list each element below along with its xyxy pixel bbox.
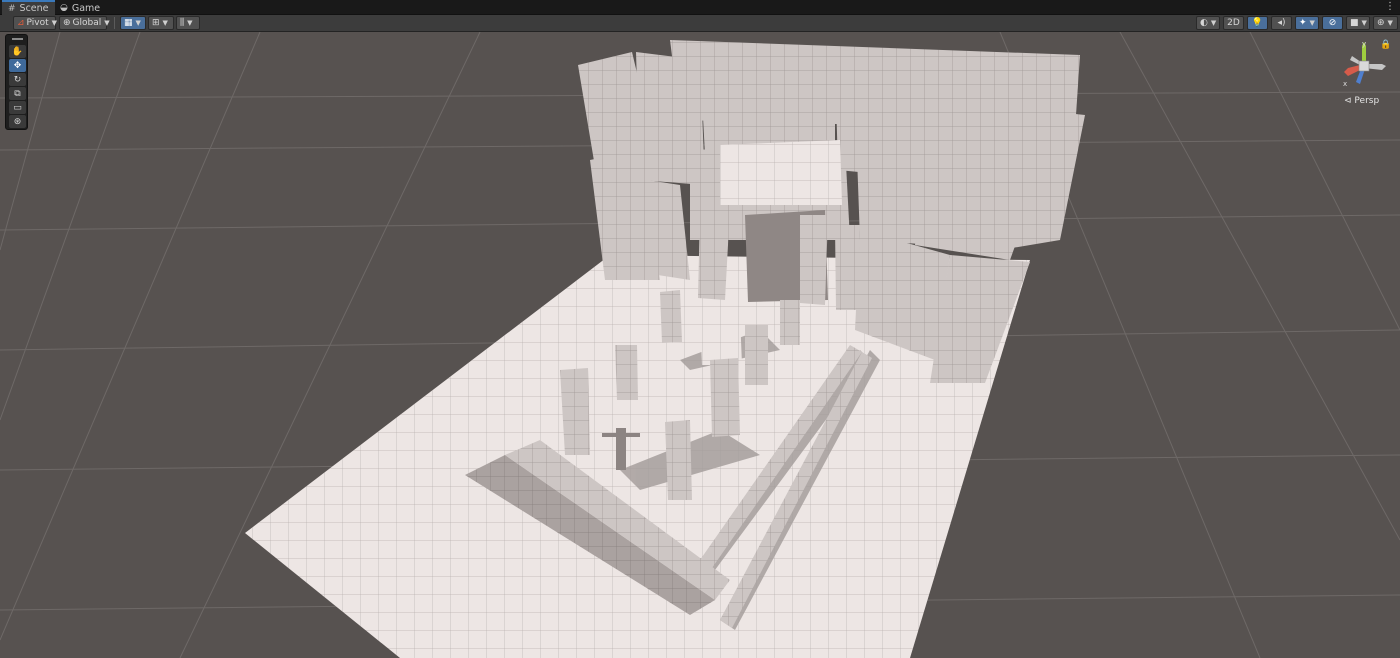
snap-increment-button[interactable]: ⊞ ▼ [148, 16, 174, 30]
tab-scene[interactable]: # Scene [2, 0, 55, 15]
tab-scene-label: Scene [19, 3, 49, 14]
lighting-toggle-button[interactable]: 💡 [1247, 16, 1268, 30]
gizmo-y-label: y [1362, 40, 1366, 48]
hand-icon: ✋ [11, 46, 24, 57]
scene-render [0, 32, 1400, 658]
tab-game-label: Game [71, 2, 101, 14]
pivot-icon: ⊿ [17, 18, 25, 28]
grid-snap-icon: ▦ [124, 18, 133, 28]
chevron-down-icon: ▼ [51, 19, 58, 27]
chevron-down-icon: ▼ [187, 19, 193, 27]
hidden-objects-toggle-button[interactable]: ⊘ [1322, 16, 1343, 30]
palette-grip[interactable] [12, 38, 23, 40]
camera-mode-label[interactable]: ⊲ Persp [1344, 96, 1379, 106]
transform-tool-button[interactable]: ⊛ [9, 115, 26, 128]
transform-icon: ⊛ [13, 116, 22, 127]
pivot-label: Pivot [26, 18, 49, 28]
2d-toggle-button[interactable]: 2D [1223, 16, 1244, 30]
chevron-down-icon: ▼ [1361, 19, 1367, 27]
gizmo-x-label: x [1343, 80, 1347, 88]
camera-settings-button[interactable]: ■ ▼ [1346, 16, 1370, 30]
chevron-down-icon: ▼ [1210, 19, 1217, 27]
rect-icon: ▭ [13, 102, 22, 113]
tool-palette: ✋ ✥ ↻ ⧉ ▭ ⊛ [5, 34, 28, 130]
effects-icon: ✦ [1299, 18, 1307, 28]
persp-label: Persp [1354, 96, 1380, 106]
more-options-icon[interactable]: ⋮ [1385, 1, 1395, 12]
light-bulb-icon: 💡 [1251, 18, 1264, 28]
tab-strip: # Scene ◒ Game ⋮ [0, 0, 1400, 15]
global-dropdown[interactable]: ⊕ Global ▼ [59, 16, 110, 30]
shading-sphere-icon: ◐ [1200, 18, 1208, 28]
audio-toggle-button[interactable]: ◂) [1271, 16, 1292, 30]
globe-icon: ⊕ [63, 18, 71, 28]
pivot-dropdown[interactable]: ⊿ Pivot ▼ [13, 16, 58, 30]
rotate-icon: ↻ [13, 74, 22, 85]
chevron-down-icon: ▼ [162, 19, 168, 27]
scene-viewport[interactable] [0, 32, 1400, 658]
gizmo-globe-icon: ⊕ [1377, 18, 1385, 28]
global-label: Global [72, 18, 102, 28]
snap-increment-icon: ⊞ [152, 18, 160, 28]
grid-icon: # [8, 3, 16, 14]
grid-snapping-button[interactable]: ▦ ▼ [120, 16, 146, 30]
move-icon: ✥ [13, 60, 22, 71]
2d-label: 2D [1227, 18, 1240, 28]
move-tool-button[interactable]: ✥ [9, 59, 26, 72]
gamepad-icon: ◒ [60, 3, 68, 13]
rotate-tool-button[interactable]: ↻ [9, 73, 26, 86]
scale-icon: ⧉ [14, 88, 21, 99]
effects-button[interactable]: ✦ ▼ [1295, 16, 1319, 30]
align-button[interactable]: ⫼ ▼ [176, 16, 200, 30]
draw-mode-button[interactable]: ◐ ▼ [1196, 16, 1220, 30]
chevron-down-icon: ▼ [1309, 19, 1315, 27]
scene-toolbar: ⊿ Pivot ▼ ⊕ Global ▼ ▦ ▼ ⊞ ▼ ⫼ ▼ ◐ ▼ 2D … [0, 15, 1400, 32]
tab-game[interactable]: ◒ Game [54, 1, 106, 15]
eye-slash-icon: ⊘ [1328, 18, 1337, 28]
toolbar-divider [114, 17, 115, 29]
view-tool-button[interactable]: ✋ [9, 45, 26, 58]
chevron-down-icon: ▼ [104, 19, 110, 27]
gizmos-button[interactable]: ⊕ ▼ [1373, 16, 1398, 30]
align-icon: ⫼ [180, 18, 185, 28]
persp-arrow-icon: ⊲ [1344, 96, 1352, 106]
rect-tool-button[interactable]: ▭ [9, 101, 26, 114]
speaker-icon: ◂) [1277, 18, 1286, 28]
lock-icon[interactable]: 🔒 [1380, 40, 1391, 50]
scale-tool-button[interactable]: ⧉ [9, 87, 26, 100]
chevron-down-icon: ▼ [1387, 19, 1393, 27]
chevron-down-icon: ▼ [135, 19, 141, 27]
camera-icon: ■ [1350, 18, 1359, 28]
